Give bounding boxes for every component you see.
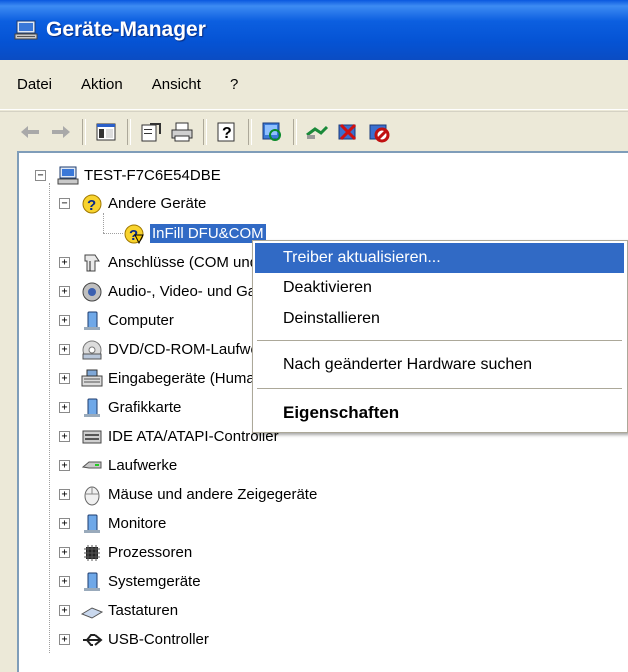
title-bar[interactable]: Geräte-Manager [0, 0, 628, 60]
svg-text:?: ? [87, 197, 96, 214]
system-device-icon [84, 572, 100, 591]
computer-icon [57, 166, 79, 184]
processor-icon [84, 544, 100, 561]
toolbar-separator [82, 118, 86, 145]
tree-item-processors[interactable]: + Prozessoren [59, 538, 192, 567]
unknown-device-icon: ? [82, 194, 102, 214]
menu-datei[interactable]: Datei [17, 76, 52, 93]
usb-icon [83, 633, 103, 646]
collapse-icon[interactable]: − [59, 198, 70, 209]
toolbar-separator [127, 118, 131, 145]
scan-hardware-icon[interactable] [259, 119, 285, 145]
uninstall-icon[interactable] [335, 119, 361, 145]
computer-icon [84, 311, 100, 330]
menu-item-uninstall[interactable]: Deinstallieren [255, 304, 624, 334]
device-manager-icon [14, 20, 38, 40]
tree-connector [49, 183, 50, 653]
tree-item-computer[interactable]: + Computer [59, 306, 174, 335]
disable-icon[interactable] [366, 119, 392, 145]
monitor-icon [84, 514, 100, 533]
tree-item-label: Computer [108, 312, 174, 329]
toolbar: ? [0, 111, 628, 151]
toolbar-separator [203, 118, 207, 145]
menu-item-properties[interactable]: Eigenschaften [255, 398, 624, 428]
menu-item-scan-hardware[interactable]: Nach geänderter Hardware suchen [255, 350, 624, 380]
tree-item-system-devices[interactable]: + Systemgeräte [59, 567, 201, 596]
expand-icon[interactable]: + [59, 344, 70, 355]
expand-icon[interactable]: + [59, 518, 70, 529]
tree-item-label: Tastaturen [108, 602, 179, 619]
keyboard-icon [81, 606, 103, 619]
tree-item-label: Monitore [108, 515, 167, 532]
tree-item-label: Grafikkarte [108, 399, 182, 416]
menu-item-disable[interactable]: Deaktivieren [255, 273, 624, 303]
tree-item-dvd-cdrom[interactable]: + DVD/CD-ROM-Laufwerke [59, 335, 280, 364]
expand-icon[interactable]: + [59, 605, 70, 616]
expand-icon[interactable]: + [59, 431, 70, 442]
toolbar-separator [248, 118, 252, 145]
print-icon[interactable] [169, 119, 195, 145]
show-hide-tree-icon[interactable] [93, 119, 119, 145]
tree-item-label: Systemgeräte [108, 573, 201, 590]
tree-item-label: InFill DFU&COM [150, 224, 266, 243]
tree-item-selected-device[interactable]: ? InFill DFU&COM [123, 219, 266, 248]
dvd-icon [82, 340, 102, 359]
tree-item-graphics[interactable]: + Grafikkarte [59, 393, 181, 422]
expand-icon[interactable]: + [59, 373, 70, 384]
expand-icon[interactable]: + [59, 315, 70, 326]
expand-icon[interactable]: + [59, 460, 70, 471]
tree-item-ide-controller[interactable]: + IDE ATA/ATAPI-Controller [59, 422, 279, 451]
menu-bar: Datei Aktion Ansicht ? [0, 60, 628, 110]
tree-item-label: Laufwerke [108, 457, 178, 474]
expand-icon[interactable]: + [59, 402, 70, 413]
input-device-icon [81, 369, 103, 386]
tree-item-mice[interactable]: + Mäuse und andere Zeigegeräte [59, 480, 317, 509]
help-icon[interactable]: ? [214, 119, 240, 145]
tree-item-monitors[interactable]: + Monitore [59, 509, 166, 538]
back-arrow-icon[interactable] [17, 119, 43, 145]
tree-item-other-devices[interactable]: − ? Andere Geräte [59, 189, 206, 218]
expand-icon[interactable]: + [59, 547, 70, 558]
forward-arrow-icon[interactable] [48, 119, 74, 145]
expand-icon[interactable]: + [59, 286, 70, 297]
tree-item-label: Prozessoren [108, 544, 193, 561]
tree-item-drives[interactable]: + Laufwerke [59, 451, 177, 480]
expand-icon[interactable]: + [59, 489, 70, 500]
tree-root[interactable]: − TEST-F7C6E54DBE [35, 161, 221, 190]
root-label: TEST-F7C6E54DBE [84, 167, 221, 184]
expand-icon[interactable]: + [59, 634, 70, 645]
expand-icon[interactable]: + [59, 576, 70, 587]
menu-ansicht[interactable]: Ansicht [152, 76, 201, 93]
mouse-icon [84, 486, 100, 505]
svg-text:?: ? [222, 125, 232, 142]
expand-icon[interactable]: + [59, 257, 70, 268]
menu-separator [257, 340, 622, 341]
tree-connector [103, 233, 123, 234]
warning-device-icon: ? [124, 224, 144, 244]
tree-item-label: Andere Geräte [108, 195, 207, 212]
window-title: Geräte-Manager [46, 18, 206, 41]
drive-icon [81, 461, 102, 468]
display-adapter-icon [84, 398, 100, 417]
menu-help[interactable]: ? [230, 76, 238, 93]
tree-item-usb-controller[interactable]: + USB-Controller [59, 625, 209, 654]
port-icon [84, 254, 100, 271]
audio-icon [82, 282, 102, 301]
ide-controller-icon [82, 430, 102, 443]
tree-item-label: USB-Controller [108, 631, 209, 648]
properties-icon[interactable] [138, 119, 164, 145]
tree-item-label: Mäuse und andere Zeigegeräte [108, 486, 318, 503]
toolbar-separator [293, 118, 297, 145]
context-menu: Treiber aktualisieren... Deaktivieren De… [252, 240, 628, 433]
tree-item-keyboards[interactable]: + Tastaturen [59, 596, 178, 625]
menu-aktion[interactable]: Aktion [81, 76, 123, 93]
menu-item-update-driver[interactable]: Treiber aktualisieren... [255, 243, 624, 273]
menu-separator [257, 388, 622, 389]
collapse-icon[interactable]: − [35, 170, 46, 181]
update-driver-icon[interactable] [304, 119, 330, 145]
